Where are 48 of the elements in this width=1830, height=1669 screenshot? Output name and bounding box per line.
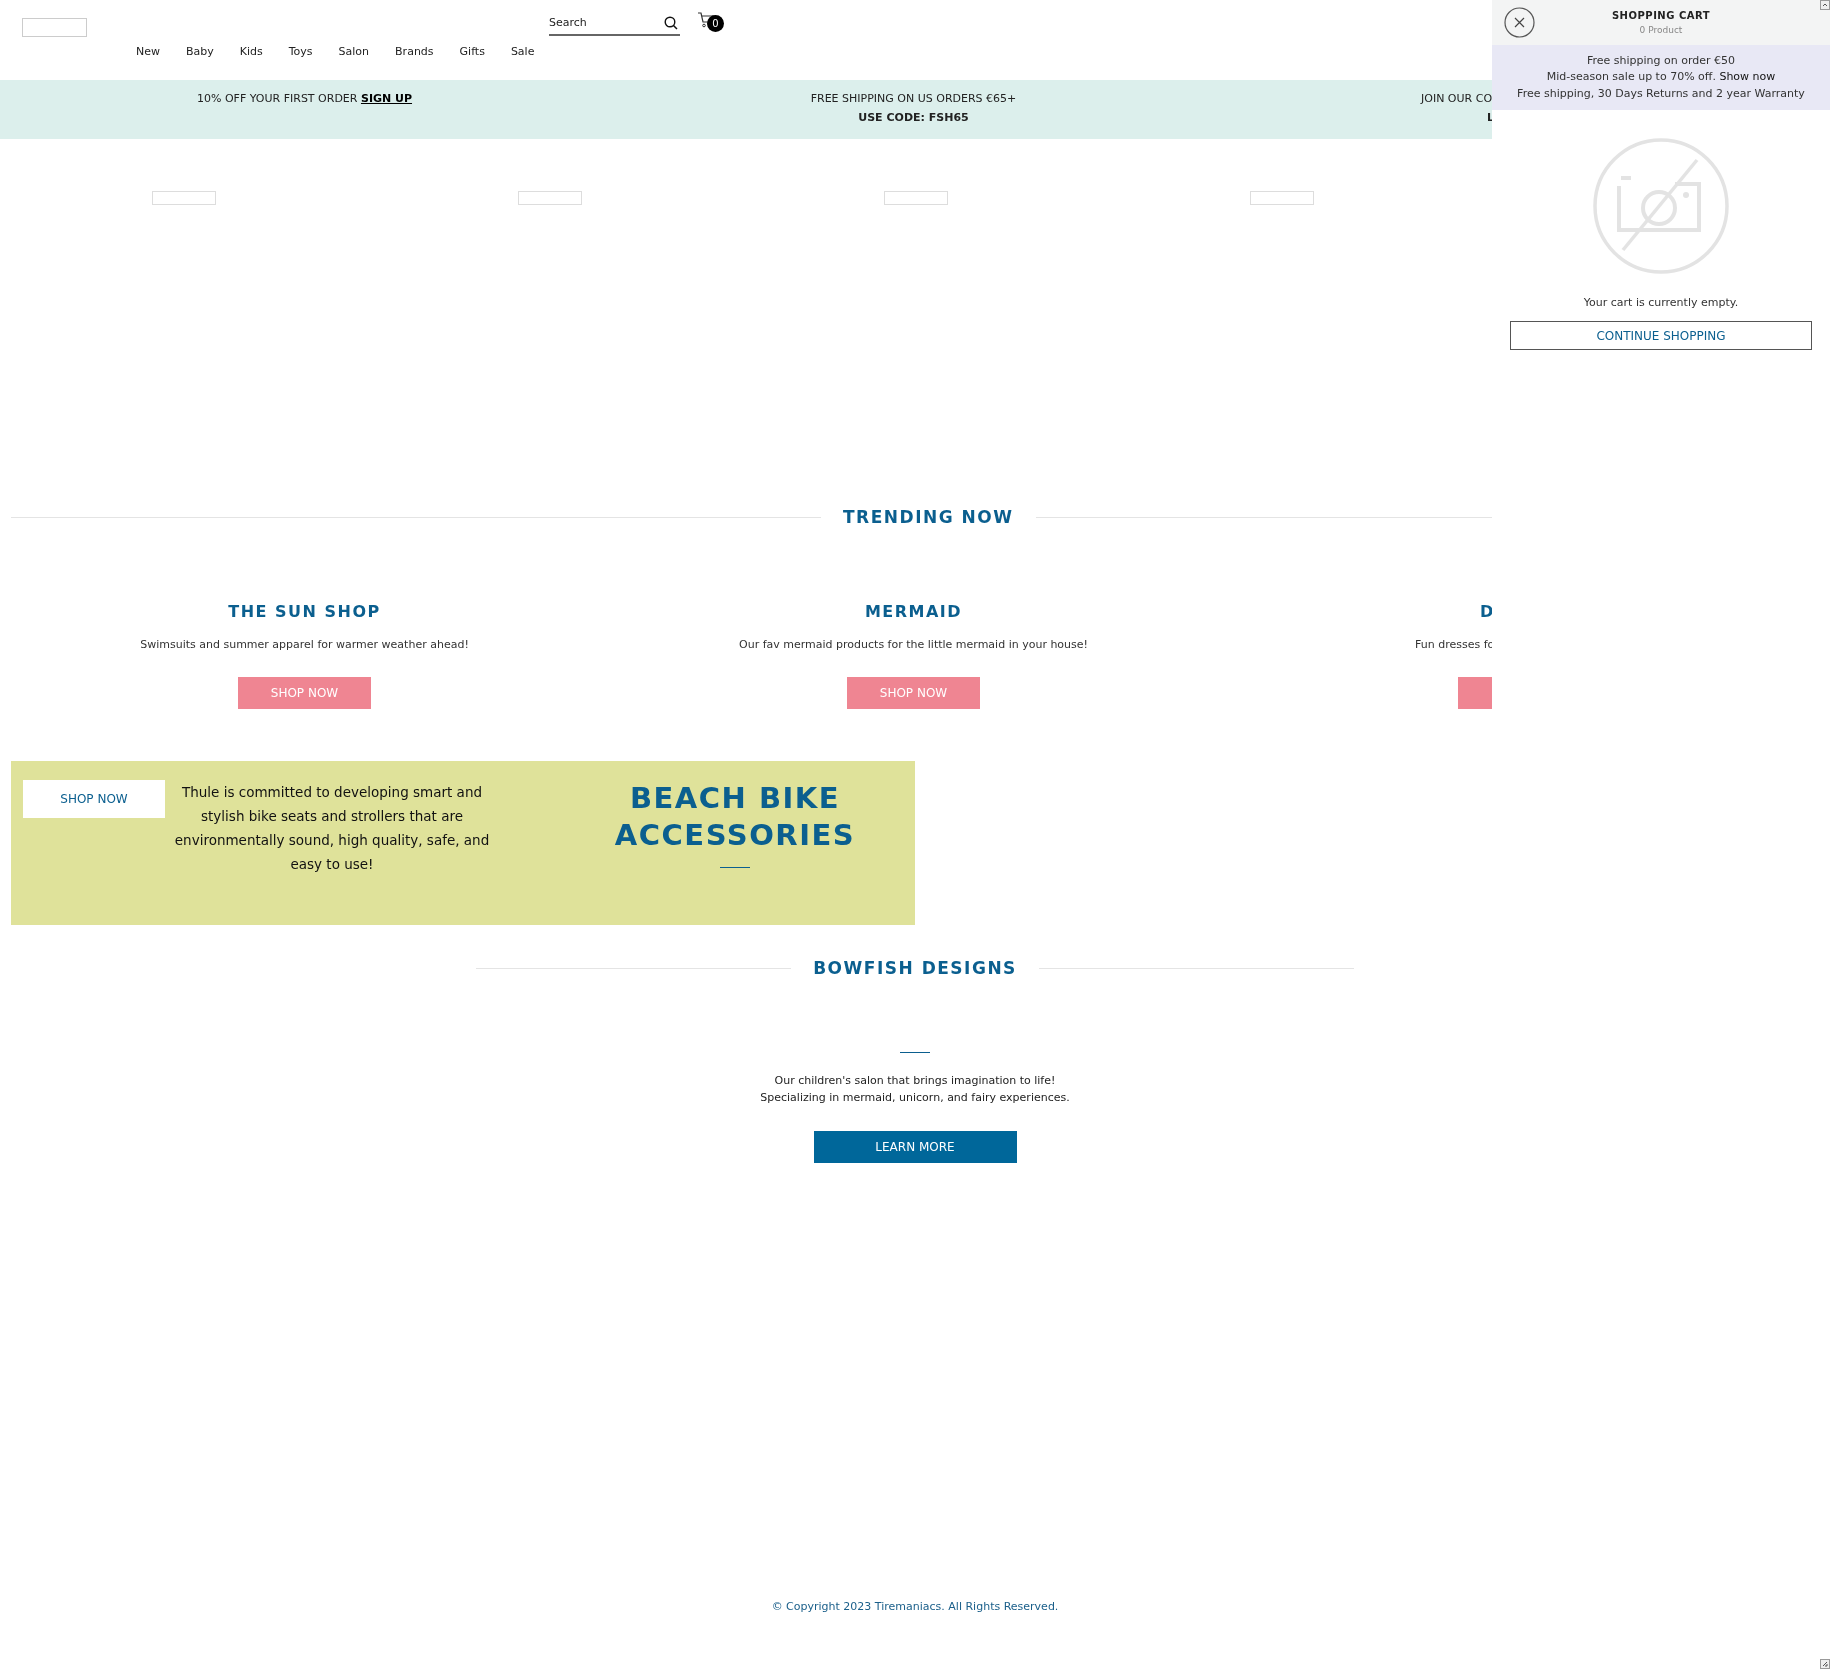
resize-handle-icon[interactable] — [1820, 1659, 1830, 1669]
collection-description: Our fav mermaid products for the little mermaid in your house! — [739, 638, 1088, 652]
section-title: TRENDING NOW — [843, 507, 1014, 527]
cart-title: SHOPPING CART — [1610, 10, 1712, 21]
salon-description: Our children's salon that brings imagination to life! — [773, 1073, 1057, 1089]
nav-link[interactable]: Brands — [395, 44, 434, 58]
signup-link[interactable]: SIGN UP — [360, 92, 413, 105]
continue-shopping-button[interactable]: CONTINUE SHOPPING — [1510, 321, 1812, 350]
image-placeholder — [518, 191, 582, 205]
close-icon[interactable] — [1504, 7, 1535, 38]
banner-title: BEACH BIKE ACCESSORIES — [613, 780, 857, 854]
nav-link[interactable]: Sale — [510, 44, 535, 58]
promo-code: USE CODE: FSH65 — [858, 111, 969, 124]
banner-text: Thule is committed to developing smart and stylish bike seats and strollers that are environmentally sound, high quality, safe, and easy to use! — [173, 783, 491, 874]
search-field[interactable]: Search — [549, 10, 680, 36]
nav-link[interactable]: Toys — [288, 44, 313, 58]
product-count: 0 Product — [1638, 25, 1684, 35]
shop-now-button[interactable]: SHOP NOW — [23, 780, 165, 818]
collection-description: Swimsuits and summer apparel for warmer weather ahead! — [140, 638, 469, 652]
learn-more-button[interactable]: LEARN MORE — [813, 1131, 1017, 1163]
search-icon[interactable] — [664, 16, 678, 30]
image-placeholder — [152, 191, 216, 205]
cart-count-badge: 0 — [707, 15, 724, 32]
section-title: BOWFISH DESIGNS — [813, 958, 1017, 978]
notice-text: Free shipping on order €50 — [1586, 52, 1736, 69]
nav-link[interactable]: Kids — [239, 44, 263, 58]
collection-title: D — [1480, 602, 1495, 622]
notice-text: Free shipping, 30 Days Returns and 2 year Warranty — [1517, 85, 1805, 102]
accent-line — [900, 1052, 930, 1053]
salon-description: Specializing in mermaid, unicorn, and fairy experiences. — [760, 1090, 1070, 1106]
show-now-link[interactable]: Show now — [1719, 70, 1776, 84]
collection-title: MERMAID — [864, 602, 963, 622]
nav-link[interactable]: Gifts — [459, 44, 485, 58]
no-image-icon — [1593, 138, 1729, 274]
scroll-arrow-icon[interactable] — [1820, 0, 1830, 10]
image-placeholder — [1250, 191, 1314, 205]
copyright-text: © Copyright 2023 Tiremaniacs. All Rights Reserved. — [770, 1600, 1060, 1613]
promo-text: 10% OFF YOUR FIRST ORDER SIGN UP — [196, 92, 413, 105]
nav-link[interactable]: New — [136, 44, 160, 58]
promo-text: FREE SHIPPING ON US ORDERS €65+ — [810, 92, 1017, 105]
nav-link[interactable]: Salon — [338, 44, 370, 58]
notice-text: Mid-season sale up to 70% off. Show now — [1546, 69, 1776, 86]
promo-text: JOIN OUR CO — [1421, 92, 1493, 105]
nav-link[interactable]: Baby — [186, 44, 214, 58]
collection-title: THE SUN SHOP — [228, 602, 381, 622]
empty-cart-message: Your cart is currently empty. — [1583, 296, 1739, 309]
image-placeholder — [884, 191, 948, 205]
accent-line — [720, 867, 750, 868]
